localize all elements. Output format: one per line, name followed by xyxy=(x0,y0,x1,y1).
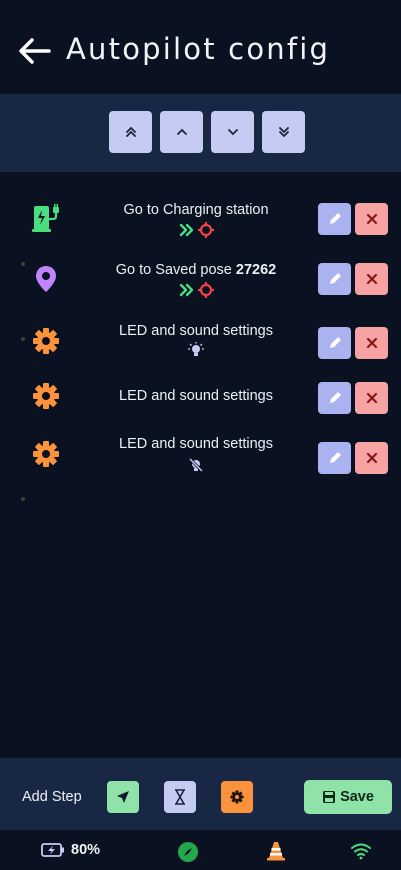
reorder-toolbar xyxy=(0,94,401,172)
bulb-on-icon xyxy=(188,342,204,356)
close-icon xyxy=(366,337,377,349)
move-to-top-button[interactable] xyxy=(109,111,152,153)
step-label-text: Go to Charging station xyxy=(123,202,269,218)
pencil-icon xyxy=(329,452,341,463)
bulb-off-icon xyxy=(188,457,204,473)
delete-step-button[interactable] xyxy=(355,327,388,359)
delete-step-button[interactable] xyxy=(355,263,388,295)
double-chevron-down-icon xyxy=(278,127,289,138)
step-sub-icons xyxy=(96,342,296,358)
step-label: LED and sound settings xyxy=(96,388,296,404)
pencil-icon xyxy=(329,337,341,348)
add-step-toolbar: Add Step Save xyxy=(0,758,401,830)
close-icon xyxy=(366,213,377,225)
step-sub-icons xyxy=(96,457,296,473)
close-icon xyxy=(366,273,377,285)
add-wait-step-button[interactable] xyxy=(164,781,196,813)
step-label-text: LED and sound settings xyxy=(119,388,273,404)
divider-dot xyxy=(21,262,25,266)
step-label-text: LED and sound settings xyxy=(119,436,273,452)
status-bar: 80% xyxy=(0,830,401,870)
divider-dot xyxy=(21,497,25,501)
step-label-bold: 27262 xyxy=(235,262,277,278)
edit-step-button[interactable] xyxy=(318,442,351,474)
map-pin-icon xyxy=(36,266,56,292)
pencil-icon xyxy=(329,273,341,284)
edit-step-button[interactable] xyxy=(318,203,351,235)
compass-icon xyxy=(178,842,198,862)
page-title: Autopilot config xyxy=(66,32,331,66)
gear-icon xyxy=(33,328,59,354)
divider-dot xyxy=(21,337,25,341)
edit-step-button[interactable] xyxy=(318,327,351,359)
step-label: Go to Charging station xyxy=(96,202,296,218)
close-icon xyxy=(366,392,377,404)
crosshair-icon xyxy=(197,222,214,238)
move-to-bottom-button[interactable] xyxy=(262,111,305,153)
step-label-text: Go to Saved pose xyxy=(115,262,236,278)
save-button[interactable]: Save xyxy=(304,780,392,814)
delete-step-button[interactable] xyxy=(355,442,388,474)
delete-step-button[interactable] xyxy=(355,203,388,235)
close-icon xyxy=(366,452,377,464)
add-settings-step-button[interactable] xyxy=(221,781,253,813)
charging-station-icon xyxy=(32,204,59,232)
step-label-text: LED and sound settings xyxy=(119,323,273,339)
edit-step-button[interactable] xyxy=(318,382,351,414)
chevron-down-icon xyxy=(227,129,238,136)
save-button-label: Save xyxy=(340,789,374,805)
pencil-icon xyxy=(329,392,341,403)
battery-charging-icon xyxy=(41,843,64,857)
hourglass-icon xyxy=(175,789,185,805)
double-chevron-up-icon xyxy=(125,126,136,137)
move-up-button[interactable] xyxy=(160,111,203,153)
step-list: Go to Charging station Go to Saved pose … xyxy=(0,172,401,758)
step-label: Go to Saved pose 27262 xyxy=(96,262,296,278)
arrow-left-icon[interactable] xyxy=(17,36,51,66)
gear-icon xyxy=(230,790,244,804)
battery-percentage: 80% xyxy=(71,842,101,858)
step-label: LED and sound settings xyxy=(96,323,296,339)
edit-step-button[interactable] xyxy=(318,263,351,295)
wifi-icon xyxy=(351,843,371,860)
move-down-button[interactable] xyxy=(211,111,254,153)
gear-icon xyxy=(33,383,59,409)
add-navigate-step-button[interactable] xyxy=(107,781,139,813)
crosshair-icon xyxy=(197,282,214,298)
step-sub-icons xyxy=(96,282,296,298)
delete-step-button[interactable] xyxy=(355,382,388,414)
traffic-cone-icon xyxy=(267,842,285,861)
header: Autopilot config xyxy=(0,0,401,94)
battery-indicator: 80% xyxy=(41,842,100,858)
step-sub-icons xyxy=(96,222,296,238)
double-chevron-right-icon xyxy=(179,223,193,237)
chevron-up-icon xyxy=(176,128,187,135)
floppy-disk-icon xyxy=(323,791,336,803)
add-step-label: Add Step xyxy=(22,789,82,805)
gear-icon xyxy=(33,441,59,467)
navigation-arrow-icon xyxy=(117,791,129,803)
step-label: LED and sound settings xyxy=(96,436,296,452)
double-chevron-right-icon xyxy=(179,283,193,297)
pencil-icon xyxy=(329,213,341,224)
